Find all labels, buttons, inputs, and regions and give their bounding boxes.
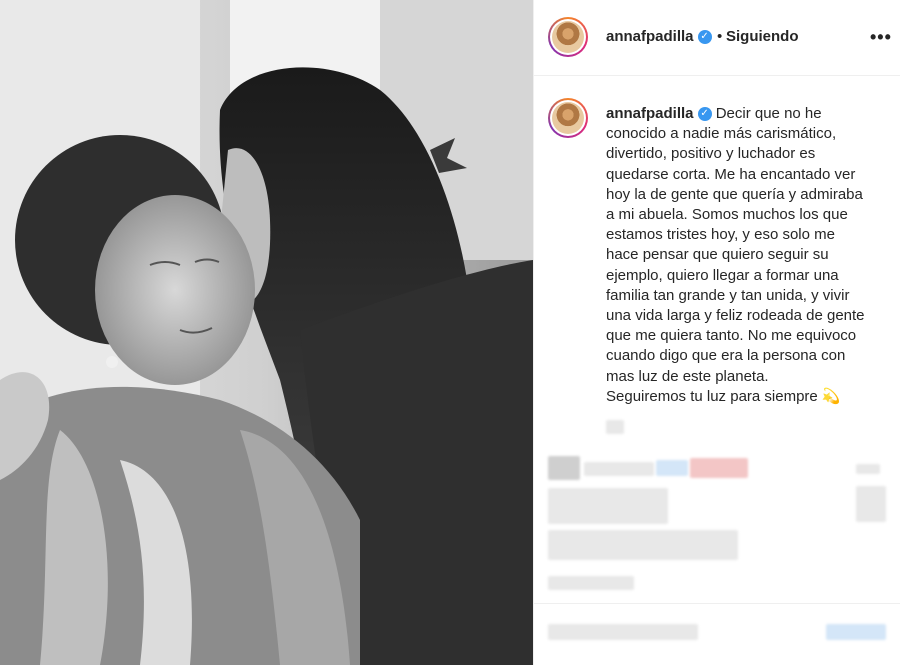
caption-line: hace pensar que quiero seguir su: [606, 246, 829, 264]
caption-avatar[interactable]: [548, 98, 588, 138]
caption-line: divertido, positivo y luchador es: [606, 145, 816, 163]
header-username[interactable]: annafpadilla ✓: [606, 28, 712, 45]
caption-line: estamos tristes hoy, y eso solo me: [606, 226, 835, 244]
header-username-text[interactable]: annafpadilla: [606, 28, 694, 45]
post-photo-image: [0, 0, 533, 665]
post-sidebar: annafpadilla ✓ • Siguiendo ••• annafpadil…: [534, 0, 900, 665]
post-caption: annafpadilla ✓ Decir que no he conocido a…: [606, 104, 876, 407]
avatar[interactable]: [548, 17, 588, 57]
verified-badge-icon: ✓: [697, 107, 712, 122]
more-options-icon[interactable]: •••: [870, 27, 892, 48]
caption-line: cuando digo que era la persona con: [606, 347, 846, 365]
following-button[interactable]: Siguiendo: [726, 28, 799, 45]
caption-line: mas luz de este planeta.: [606, 367, 769, 385]
obscured-emoji: [690, 458, 748, 478]
caption-line: una vida larga y feliz rodeada de gente: [606, 307, 865, 325]
caption-line: hoy la de gente que quería y admiraba: [606, 185, 863, 203]
caption-text: Decir que no he: [715, 105, 822, 122]
obscured-comment-body: [548, 530, 738, 560]
caption-line: quedarse corta. Me ha encantado ver: [606, 165, 856, 183]
header-separator: •: [717, 28, 723, 45]
post-header: annafpadilla ✓ • Siguiendo •••: [534, 0, 900, 76]
obscured-post-button[interactable]: [826, 624, 886, 640]
obscured-comment-input[interactable]: [548, 624, 698, 640]
obscured-timestamp: [606, 420, 624, 434]
obscured-date: [548, 576, 634, 590]
caption-line: familia tan grande y tan unida, y vivir: [606, 286, 850, 304]
comment-divider: [534, 603, 900, 604]
caption-line: conocido a nadie más carismático,: [606, 125, 837, 143]
caption-line: Seguiremos tu luz para siempre 💫: [606, 387, 841, 405]
caption-username[interactable]: annafpadilla: [606, 105, 694, 122]
post-photo[interactable]: [0, 0, 533, 665]
obscured-text: [856, 464, 880, 474]
caption-line: que me quiera tanto. No me equivoco: [606, 327, 857, 345]
obscured-comment: [548, 488, 668, 524]
caption-line: annafpadilla ✓ Decir que no he: [606, 104, 876, 124]
caption-line: ejemplo, quiero llegar a formar una: [606, 266, 839, 284]
verified-badge-icon: ✓: [697, 30, 712, 45]
obscured-like-icon: [856, 486, 886, 522]
obscured-emoji: [656, 460, 688, 476]
caption-line: a mi abuela. Somos muchos los que: [606, 206, 848, 224]
obscured-liker-avatars: [548, 456, 580, 480]
obscured-likes-text: [584, 462, 654, 476]
